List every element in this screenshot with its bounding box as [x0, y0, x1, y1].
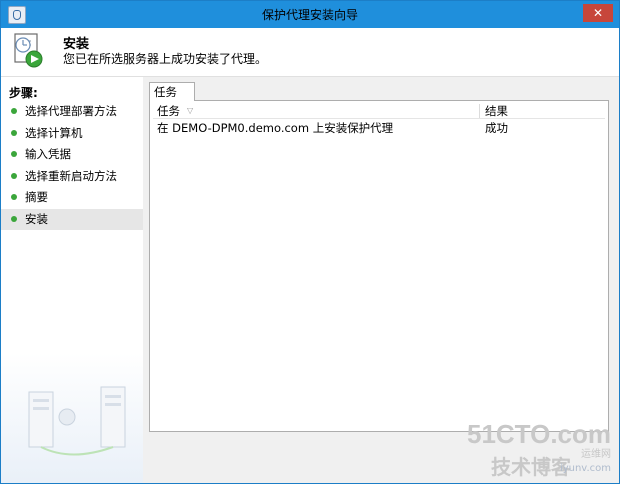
step-item-select-computers[interactable]: 选择计算机 — [1, 123, 143, 145]
step-item-install[interactable]: 安装 — [1, 208, 143, 230]
install-document-icon — [14, 33, 43, 68]
watermark-subtext: 运维网 — [581, 449, 611, 460]
window-title: 保护代理安装向导 — [261, 8, 358, 22]
close-button[interactable]: ✕ — [583, 4, 613, 22]
page-subtitle: 您已在所选服务器上成功安装了代理。 — [63, 52, 268, 66]
tasks-grid: 任务 ▽ 结果 在 DEMO-DPM0.demo.com 上安装保护代理 成功 — [153, 104, 605, 137]
column-header-task[interactable]: 任务 — [157, 104, 180, 118]
step-label: 输入凭据 — [25, 147, 71, 161]
steps-pane: 步骤: 选择代理部署方法 选择计算机 输入凭据 选择重新启动方法 摘要 安装 — [1, 77, 143, 483]
tab-tasks[interactable]: 任务 — [149, 82, 195, 101]
watermark-url: iyunv.com — [559, 463, 611, 474]
column-divider[interactable] — [479, 104, 480, 118]
result-cell: 成功 — [485, 121, 508, 135]
title-bar[interactable]: 保护代理安装向导 ✕ — [1, 1, 619, 28]
step-complete-icon — [11, 172, 17, 179]
step-item-restart-method[interactable]: 选择重新启动方法 — [1, 166, 143, 188]
watermark: 51CTO.com 运维网 技术博客 iyunv.com — [467, 419, 611, 479]
step-label: 选择重新启动方法 — [25, 168, 117, 183]
wizard-window: 保护代理安装向导 ✕ 安装 您已在所选服务器上成功安装了代理。 步骤: 选择代理… — [0, 0, 620, 484]
grid-header: 任务 ▽ 结果 — [153, 104, 605, 119]
steps-list: 选择代理部署方法 选择计算机 输入凭据 选择重新启动方法 摘要 安装 — [1, 101, 143, 230]
step-complete-icon — [11, 151, 17, 157]
steps-heading: 步骤: — [9, 86, 38, 100]
step-label: 摘要 — [25, 190, 48, 204]
wizard-header: 安装 您已在所选服务器上成功安装了代理。 — [1, 28, 619, 77]
servers-illustration-icon — [28, 386, 126, 456]
tasks-panel: 任务 ▽ 结果 在 DEMO-DPM0.demo.com 上安装保护代理 成功 — [149, 100, 609, 432]
step-item-deploy-method[interactable]: 选择代理部署方法 — [1, 101, 143, 123]
step-current-icon — [11, 215, 17, 222]
sort-arrow-icon: ▽ — [187, 106, 194, 115]
task-cell: 在 DEMO-DPM0.demo.com 上安装保护代理 — [157, 121, 394, 135]
step-label: 选择计算机 — [25, 125, 83, 140]
step-label: 安装 — [25, 211, 48, 226]
step-complete-icon — [11, 108, 17, 114]
step-item-summary[interactable]: 摘要 — [1, 187, 143, 209]
step-item-credentials[interactable]: 输入凭据 — [1, 144, 143, 166]
column-header-result[interactable]: 结果 — [485, 104, 508, 118]
step-complete-icon — [11, 194, 17, 200]
step-label: 选择代理部署方法 — [25, 104, 117, 118]
step-complete-icon — [11, 129, 17, 136]
table-row[interactable]: 在 DEMO-DPM0.demo.com 上安装保护代理 成功 — [153, 119, 605, 137]
